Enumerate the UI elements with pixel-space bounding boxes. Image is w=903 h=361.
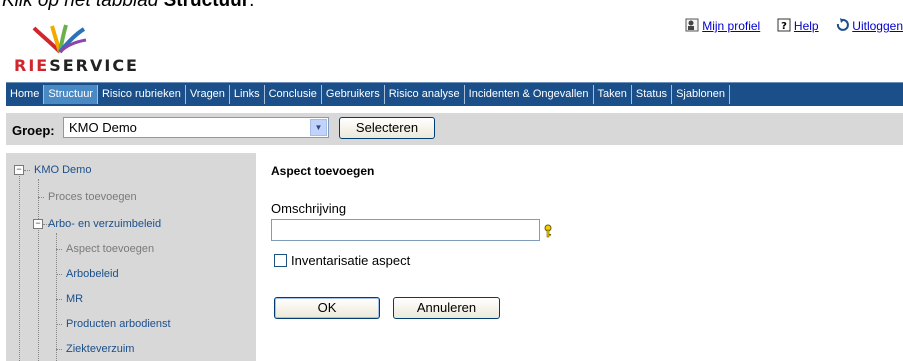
profile-icon xyxy=(685,18,699,32)
group-bar: Groep: KMO Demo ▼ Selecteren xyxy=(6,113,903,145)
tree-root[interactable]: KMO Demo xyxy=(34,164,91,176)
profile-link[interactable]: Mijn profiel xyxy=(702,19,760,33)
inventory-checkbox-label: Inventarisatie aspect xyxy=(291,253,411,268)
caption-suffix: . xyxy=(249,0,255,11)
description-input[interactable] xyxy=(271,219,540,241)
description-label: Omschrijving xyxy=(271,201,347,216)
tree-child-mr[interactable]: MR xyxy=(66,293,83,305)
select-button[interactable]: Selecteren xyxy=(339,117,435,139)
tab-conclusie[interactable]: Conclusie xyxy=(265,85,322,104)
tree-child-arbobeleid[interactable]: Arbobeleid xyxy=(66,268,119,280)
tab-structuur[interactable]: Structuur xyxy=(44,85,98,104)
tab-links[interactable]: Links xyxy=(230,85,265,104)
logo-flower-icon xyxy=(32,24,87,54)
tab-gebruikers[interactable]: Gebruikers xyxy=(322,85,385,104)
tree-child-producten[interactable]: Producten arbodienst xyxy=(66,318,171,330)
tab-sjablonen[interactable]: Sjablonen xyxy=(672,85,730,104)
logo-text: RIESERVICE xyxy=(14,56,139,75)
top-links: Mijn profiel ? Help Uitloggen xyxy=(685,18,903,33)
collapse-root-icon[interactable]: − xyxy=(14,165,24,175)
tree-child-aspect[interactable]: Aspect toevoegen xyxy=(66,243,154,255)
tab-risico-analyse[interactable]: Risico analyse xyxy=(385,85,465,104)
structure-tree: − KMO Demo Proces toevoegen − Arbo- en v… xyxy=(6,153,256,361)
cancel-button[interactable]: Annuleren xyxy=(393,297,500,319)
ok-button[interactable]: OK xyxy=(274,297,380,319)
caption-bold: Structuur xyxy=(163,0,250,11)
rieservice-logo: RIESERVICE xyxy=(10,24,160,76)
logout-icon xyxy=(837,18,850,31)
main-nav: Home Structuur Risico rubrieken Vragen L… xyxy=(6,82,903,106)
group-label: Groep: xyxy=(12,123,55,138)
caption-prefix: Klik op het tabblad xyxy=(2,0,164,11)
tab-vragen[interactable]: Vragen xyxy=(186,85,230,104)
key-icon xyxy=(544,224,552,238)
instruction-caption: Klik op het tabblad Structuur. xyxy=(2,0,254,12)
logout-link[interactable]: Uitloggen xyxy=(852,19,903,33)
help-link[interactable]: Help xyxy=(794,19,819,33)
tab-incidenten[interactable]: Incidenten & Ongevallen xyxy=(465,85,594,104)
chevron-down-icon[interactable]: ▼ xyxy=(310,119,327,136)
help-icon: ? xyxy=(777,18,791,32)
collapse-node-icon[interactable]: − xyxy=(33,219,43,229)
tree-node-arbo[interactable]: Arbo- en verzuimbeleid xyxy=(48,218,161,230)
tree-child-ziekteverzuim[interactable]: Ziekteverzuim xyxy=(66,343,134,355)
tab-risico-rubrieken[interactable]: Risico rubrieken xyxy=(98,85,186,104)
tab-home[interactable]: Home xyxy=(6,85,45,104)
tree-add-process[interactable]: Proces toevoegen xyxy=(48,191,137,203)
form-title: Aspect toevoegen xyxy=(271,164,375,178)
group-selected-value: KMO Demo xyxy=(69,120,137,135)
svg-text:?: ? xyxy=(781,21,787,32)
tab-taken[interactable]: Taken xyxy=(594,85,632,104)
tab-status[interactable]: Status xyxy=(632,85,673,104)
group-select[interactable]: KMO Demo ▼ xyxy=(63,117,329,138)
inventory-checkbox[interactable] xyxy=(274,254,287,267)
